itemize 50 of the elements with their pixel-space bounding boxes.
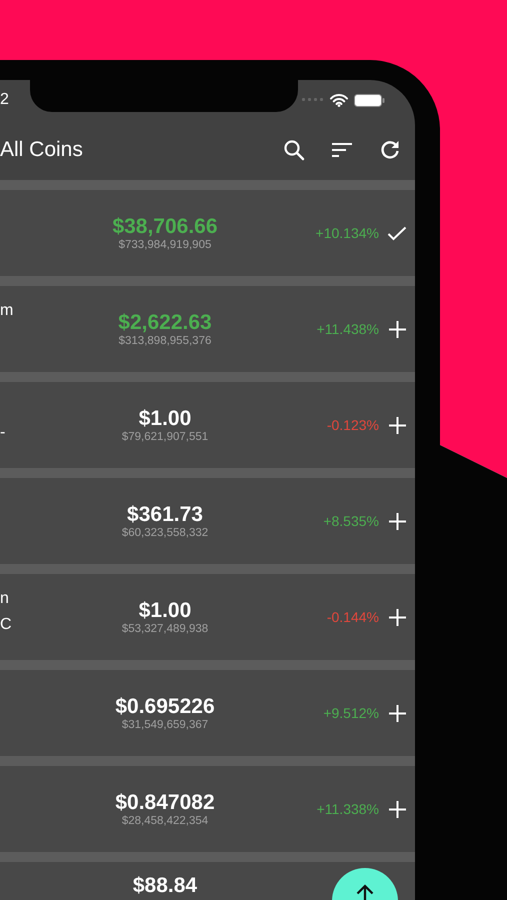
price-change: +11.438% — [316, 321, 379, 337]
coin-price: $1.00 — [138, 599, 192, 623]
coin-price: $0.695226 — [115, 695, 215, 719]
search-icon[interactable] — [283, 139, 305, 161]
checkmark-icon[interactable] — [387, 226, 407, 240]
coin-price: $88.84 — [132, 874, 198, 898]
coin-name: n — [0, 590, 10, 608]
price-change: +11.338% — [316, 801, 379, 817]
market-cap: $53,327,489,938 — [122, 623, 208, 635]
market-cap: $28,458,422,354 — [122, 815, 208, 827]
price-change: -0.123% — [326, 417, 379, 433]
price-change: +10.134% — [314, 225, 379, 241]
coin-row[interactable]: $88.84 — [0, 862, 415, 900]
coin-row[interactable]: $361.73 $60,323,558,332 +8.535% — [0, 478, 415, 574]
coin-symbol: - — [0, 424, 6, 442]
refresh-icon[interactable] — [379, 139, 401, 161]
coin-price: $0.847082 — [115, 791, 215, 815]
market-cap: $60,323,558,332 — [122, 527, 208, 539]
sort-icon[interactable] — [331, 142, 353, 158]
coin-name: m — [0, 302, 14, 320]
coin-price: $361.73 — [127, 503, 203, 527]
screen-title: All Coins — [0, 138, 83, 162]
add-icon[interactable] — [388, 416, 406, 434]
market-cap: $733,984,919,905 — [118, 239, 212, 251]
arrow-up-icon — [356, 884, 374, 900]
market-cap: $31,549,659,367 — [122, 719, 208, 731]
coin-price: $1.00 — [138, 407, 192, 431]
coin-row[interactable]: m $2,622.63 $313,898,955,376 +11.438% — [0, 286, 415, 382]
signal-icon — [302, 98, 324, 102]
add-icon[interactable] — [388, 800, 406, 818]
coin-row[interactable]: $0.695226 $31,549,659,367 +9.512% — [0, 670, 415, 766]
status-time: 2 — [0, 91, 10, 109]
coin-row[interactable]: - $1.00 $79,621,907,551 -0.123% — [0, 382, 415, 478]
coin-symbol: C — [0, 616, 13, 634]
coin-row[interactable]: $38,706.66 $733,984,919,905 +10.134% — [0, 190, 415, 286]
add-icon[interactable] — [388, 512, 406, 530]
coin-row[interactable]: $0.847082 $28,458,422,354 +11.338% — [0, 766, 415, 862]
add-icon[interactable] — [388, 320, 406, 338]
coin-price: $2,622.63 — [118, 311, 212, 335]
coin-price: $38,706.66 — [112, 215, 218, 239]
wifi-icon — [330, 94, 348, 106]
market-cap: $79,621,907,551 — [122, 431, 208, 443]
add-icon[interactable] — [388, 608, 406, 626]
add-icon[interactable] — [388, 704, 406, 722]
market-cap: $313,898,955,376 — [118, 335, 212, 347]
price-change: -0.144% — [326, 609, 379, 625]
coin-row[interactable]: n C $1.00 $53,327,489,938 -0.144% — [0, 574, 415, 670]
price-change: +9.512% — [322, 705, 379, 721]
price-change: +8.535% — [322, 513, 379, 529]
battery-icon — [354, 94, 385, 106]
